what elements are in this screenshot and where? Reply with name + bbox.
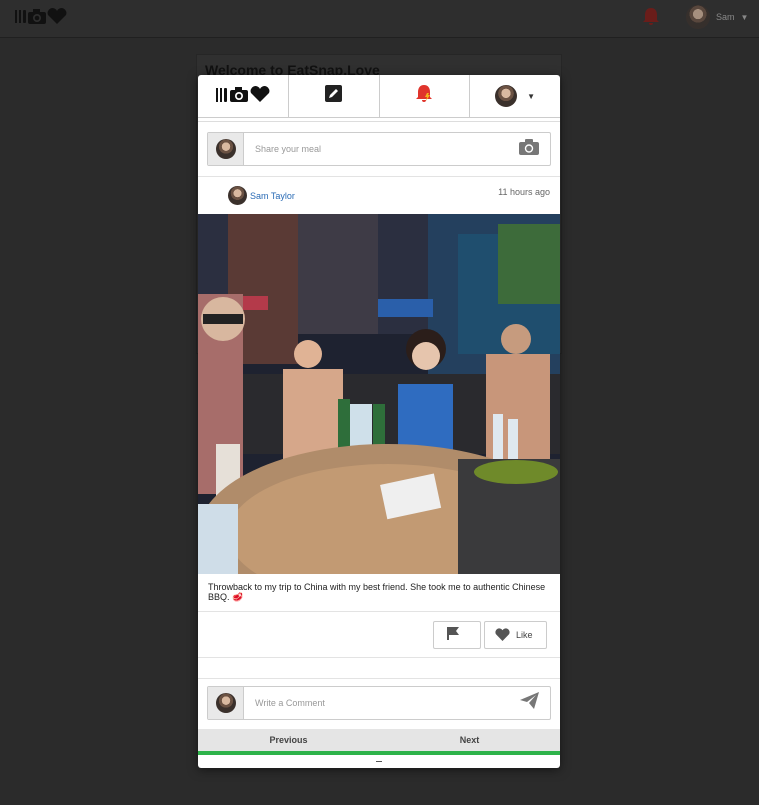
chevron-down-icon: ▼ (740, 12, 749, 22)
bell-icon[interactable] (642, 7, 660, 32)
flag-button[interactable] (433, 621, 481, 649)
comment-box[interactable]: Write a Comment (207, 686, 551, 720)
logo-icon (14, 7, 68, 30)
comments-list (198, 658, 560, 679)
divider (198, 118, 560, 122)
share-avatar-cell (208, 133, 244, 165)
send-comment-button[interactable] (508, 687, 550, 719)
post-header: Sam Taylor 11 hours ago (198, 177, 560, 214)
chevron-down-icon: ▼ (527, 91, 536, 101)
divider (376, 761, 382, 762)
post-caption: Throwback to my trip to China with my be… (198, 574, 560, 612)
user-name: Sam (716, 12, 735, 22)
avatar (228, 186, 247, 205)
nav-notifications[interactable] (380, 75, 471, 117)
previous-button[interactable]: Previous (198, 729, 379, 751)
bell-icon (415, 84, 433, 109)
post-photo (198, 214, 560, 574)
background-topbar: Sam ▼ (0, 0, 759, 38)
modal-navbar: ▼ (198, 75, 560, 118)
avatar (215, 139, 236, 159)
post-timestamp: 11 hours ago (498, 187, 550, 197)
author-name[interactable]: Sam Taylor (250, 191, 295, 201)
edit-icon (325, 85, 343, 107)
share-meal-input[interactable]: Share your meal (244, 133, 508, 165)
avatar (495, 85, 518, 107)
progress-fill (198, 751, 560, 755)
user-menu[interactable]: Sam ▼ (686, 5, 748, 29)
comment-input[interactable]: Write a Comment (244, 687, 508, 719)
like-button[interactable]: Like (484, 621, 547, 649)
pager: Previous Next (198, 729, 560, 751)
camera-button[interactable] (508, 133, 550, 165)
next-button[interactable]: Next (379, 729, 560, 751)
like-label: Like (516, 630, 533, 640)
comment-avatar-cell (208, 687, 244, 719)
nav-user-menu[interactable]: ▼ (470, 75, 560, 117)
post-author[interactable]: Sam Taylor (228, 186, 295, 205)
post-modal: ▼ Share your meal Sam Taylor 11 hours ag… (198, 75, 560, 768)
logo-icon (215, 85, 271, 108)
camera-icon (519, 138, 539, 160)
progress-bar (198, 751, 560, 755)
send-icon (519, 692, 539, 714)
nav-home[interactable] (198, 75, 289, 117)
avatar (686, 5, 710, 29)
nav-edit[interactable] (289, 75, 380, 117)
avatar (215, 693, 236, 713)
heart-icon (495, 627, 510, 643)
post-actions: Like (198, 612, 560, 658)
share-meal-box[interactable]: Share your meal (207, 132, 551, 166)
flag-icon (446, 626, 460, 645)
